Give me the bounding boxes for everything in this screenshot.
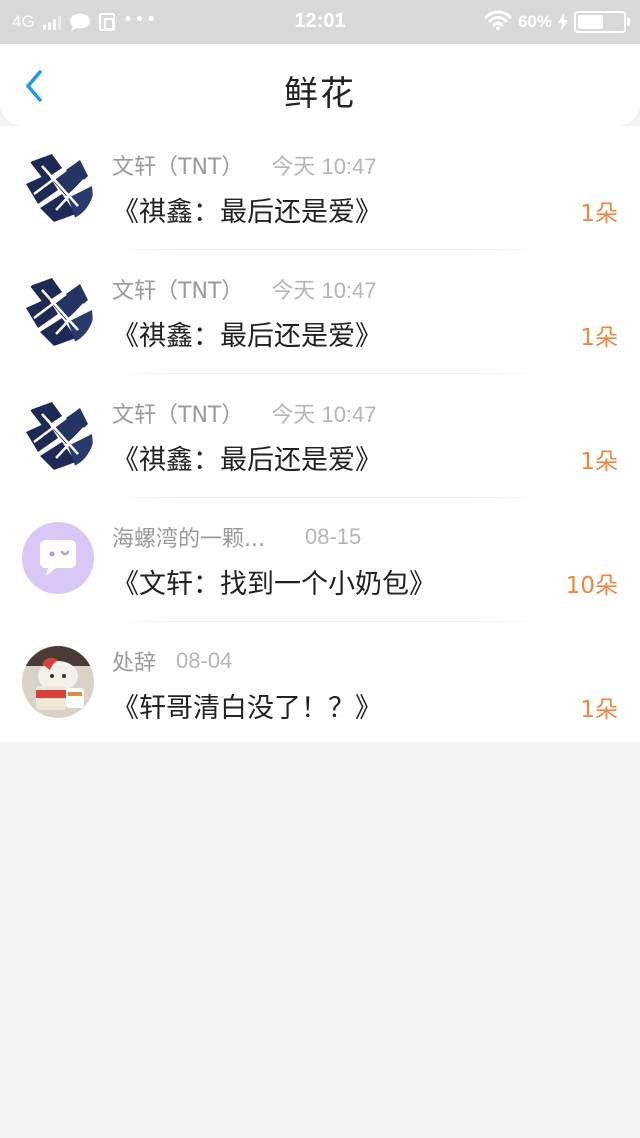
ink-art-avatar-icon [22, 398, 94, 470]
status-right: 60% [484, 10, 630, 34]
item-meta: 文轩（TNT） 今天 10:47 [112, 398, 377, 428]
list-item[interactable]: 海螺湾的一颗... 08-15 《文轩：找到一个小奶包》 10朵 [0, 498, 640, 622]
avatar[interactable] [22, 398, 94, 470]
list-item[interactable]: 文轩（TNT） 今天 10:47 《祺鑫：最后还是爱》 1朵 [0, 250, 640, 374]
default-chat-avatar-icon [22, 522, 94, 594]
charging-icon [558, 13, 568, 31]
ink-art-avatar-icon [22, 150, 94, 222]
sender-name[interactable]: 海螺湾的一颗... [112, 521, 265, 553]
timestamp: 08-04 [176, 648, 233, 673]
work-title[interactable]: 《文轩：找到一个小奶包》 [112, 562, 436, 601]
timestamp: 08-15 [304, 524, 362, 549]
flower-count: 10朵 [565, 573, 618, 599]
cartoon-bear-avatar-icon [22, 646, 94, 718]
battery-percent: 60% [517, 12, 552, 31]
battery-level [578, 15, 603, 29]
list-item[interactable]: 处辞 08-04 《轩哥清白没了！？》 1朵 [0, 622, 640, 742]
timestamp: 今天 10:47 [271, 154, 377, 179]
item-meta: 文轩（TNT） 今天 10:47 [112, 150, 377, 180]
timestamp: 今天 10:47 [271, 278, 377, 303]
item-meta: 处辞 08-04 [112, 646, 232, 676]
list-item[interactable]: 文轩（TNT） 今天 10:47 《祺鑫：最后还是爱》 1朵 [0, 374, 640, 498]
item-meta: 海螺湾的一颗... 08-15 [112, 522, 361, 552]
battery-icon [574, 11, 630, 33]
flower-list: 文轩（TNT） 今天 10:47 《祺鑫：最后还是爱》 1朵 文轩（TNT） 今… [0, 126, 640, 742]
sender-name[interactable]: 处辞 [112, 645, 156, 677]
avatar[interactable] [22, 646, 94, 718]
sender-name[interactable]: 文轩（TNT） [112, 273, 243, 305]
avatar[interactable] [22, 274, 94, 346]
page-title: 鲜花 [284, 74, 356, 114]
avatar[interactable] [22, 150, 94, 222]
work-title[interactable]: 《祺鑫：最后还是爱》 [112, 438, 382, 477]
sender-name[interactable]: 文轩（TNT） [112, 149, 243, 181]
wifi-icon [484, 9, 512, 35]
timestamp: 今天 10:47 [271, 402, 377, 427]
list-item[interactable]: 文轩（TNT） 今天 10:47 《祺鑫：最后还是爱》 1朵 [0, 126, 640, 250]
status-bar: 4G ••• 12:01 60% [0, 0, 640, 44]
sender-name[interactable]: 文轩（TNT） [112, 397, 243, 429]
work-title[interactable]: 《祺鑫：最后还是爱》 [112, 314, 382, 353]
ink-art-avatar-icon [22, 274, 94, 346]
work-title[interactable]: 《轩哥清白没了！？》 [112, 686, 382, 725]
item-meta: 文轩（TNT） 今天 10:47 [112, 274, 377, 304]
flower-count: 1朵 [580, 449, 618, 475]
flower-count: 1朵 [580, 697, 618, 723]
header-bar: 鲜花 [0, 44, 640, 126]
flower-count: 1朵 [580, 201, 618, 227]
flower-count: 1朵 [580, 325, 618, 351]
avatar[interactable] [22, 522, 94, 594]
work-title[interactable]: 《祺鑫：最后还是爱》 [112, 190, 382, 229]
